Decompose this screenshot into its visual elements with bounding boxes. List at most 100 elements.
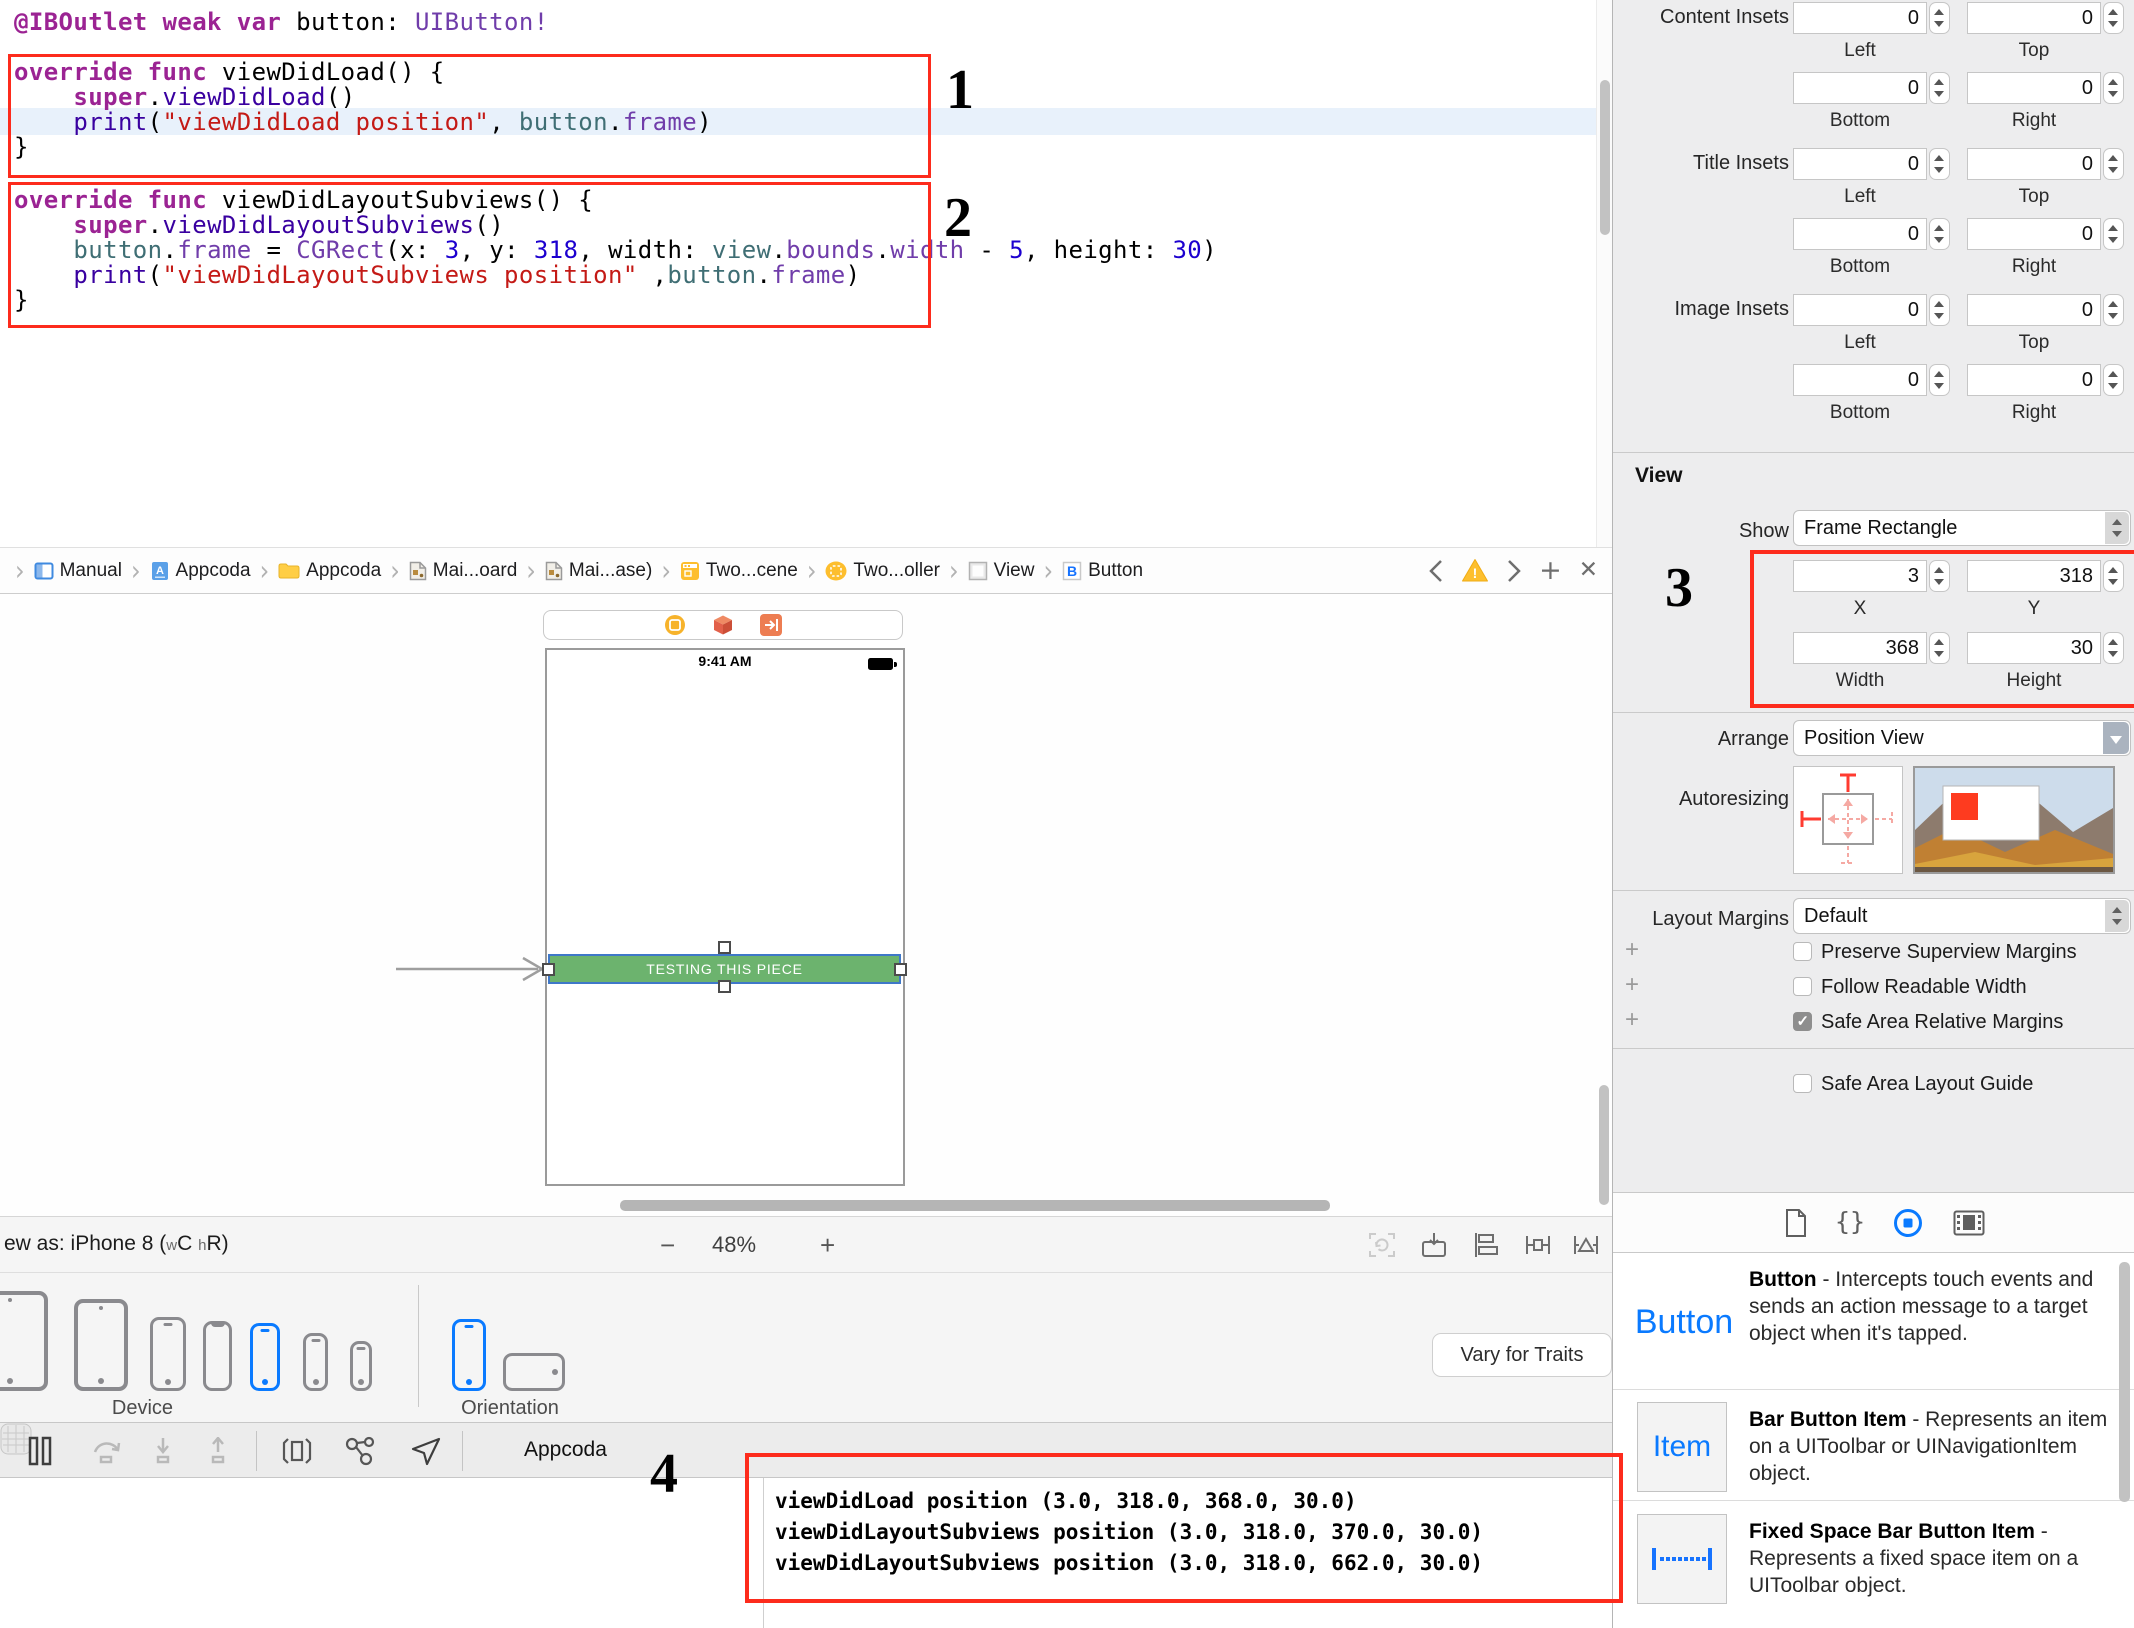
image-insets-right-field[interactable]: 0 — [1967, 364, 2101, 396]
add-constraints-pin-icon[interactable] — [1524, 1231, 1552, 1259]
editor-scrollbar-thumb[interactable] — [1600, 80, 1610, 235]
image-insets-top-field[interactable]: 0 — [1967, 294, 2101, 326]
debug-app-name[interactable]: Appcoda — [524, 1438, 607, 1462]
stepper[interactable] — [1929, 218, 1950, 250]
arrange-popup[interactable]: Position View — [1793, 720, 2131, 756]
view-controller-dock-icon[interactable] — [664, 614, 686, 636]
stepper[interactable] — [2103, 560, 2124, 592]
zoom-in-button[interactable]: + — [820, 1230, 835, 1261]
update-frames-icon[interactable] — [1368, 1231, 1396, 1259]
embed-in-stack-icon[interactable] — [1420, 1231, 1448, 1259]
stepper[interactable] — [2103, 2, 2124, 34]
stepper[interactable] — [1929, 632, 1950, 664]
orientation-portrait-selected[interactable] — [452, 1319, 486, 1391]
interface-builder-canvas[interactable]: 9:41 AM TESTING THIS PIECE — [0, 594, 1612, 1216]
library-item-button[interactable]: Button - Intercepts touch events and sen… — [1749, 1266, 2121, 1347]
title-insets-bottom-field[interactable]: 0 — [1793, 218, 1927, 250]
stepper[interactable] — [1929, 2, 1950, 34]
zoom-level[interactable]: 48% — [712, 1232, 756, 1258]
add-variation-button[interactable]: + — [1625, 936, 1639, 964]
resolve-autolayout-icon[interactable] — [1572, 1231, 1600, 1259]
stepper[interactable] — [1929, 148, 1950, 180]
file-template-library-tab-icon[interactable] — [1783, 1208, 1809, 1238]
frame-y-field[interactable]: 318 — [1967, 560, 2101, 592]
add-variation-button[interactable]: + — [1625, 971, 1639, 999]
title-insets-top-field[interactable]: 0 — [1967, 148, 2101, 180]
content-insets-top-field[interactable]: 0 — [1967, 2, 2101, 34]
vary-for-traits-button[interactable]: Vary for Traits — [1432, 1333, 1612, 1377]
content-insets-right-field[interactable]: 0 — [1967, 72, 2101, 104]
orientation-landscape[interactable] — [503, 1353, 565, 1391]
stepper[interactable] — [2103, 364, 2124, 396]
canvas-hscrollbar-thumb[interactable] — [620, 1200, 1330, 1211]
safe-area-layout-guide-checkbox[interactable] — [1793, 1074, 1812, 1093]
canvas-vscrollbar-thumb[interactable] — [1599, 1085, 1609, 1205]
device-ipad-pro[interactable] — [0, 1291, 48, 1391]
stepper[interactable] — [1929, 364, 1950, 396]
stepper[interactable] — [2103, 632, 2124, 664]
view-as-label[interactable]: ew as: iPhone 8 (wC hR) — [4, 1232, 229, 1256]
library-item-fixed-space[interactable]: Fixed Space Bar Button Item - Represents… — [1749, 1518, 2121, 1599]
breadcrumb-project[interactable]: A Appcoda — [150, 560, 251, 582]
resize-handle-bottom[interactable] — [718, 980, 731, 993]
zoom-out-button[interactable]: − — [660, 1230, 675, 1261]
add-variation-button[interactable]: + — [1625, 1006, 1639, 1034]
follow-readable-width-checkbox[interactable] — [1793, 977, 1812, 996]
device-iphone-x[interactable] — [203, 1321, 232, 1391]
title-insets-right-field[interactable]: 0 — [1967, 218, 2101, 250]
variables-view[interactable] — [0, 1478, 763, 1628]
resize-handle-right[interactable] — [894, 963, 907, 976]
breadcrumb-view[interactable]: View — [968, 560, 1035, 582]
stepper[interactable] — [1929, 72, 1950, 104]
code-snippet-library-tab-icon[interactable]: {} — [1835, 1207, 1865, 1236]
library-scrollbar-thumb[interactable] — [2119, 1262, 2130, 1502]
editor-scrollbar[interactable] — [1596, 0, 1613, 547]
device-iphone-plus[interactable] — [150, 1317, 186, 1391]
breadcrumb-button[interactable]: B Button — [1062, 560, 1143, 582]
object-library-tab-icon-selected[interactable] — [1893, 1208, 1923, 1238]
stepper[interactable] — [2103, 148, 2124, 180]
stepper[interactable] — [2103, 72, 2124, 104]
device-preview[interactable]: 9:41 AM — [545, 648, 905, 1186]
device-iphone-8-selected[interactable] — [250, 1323, 280, 1391]
layout-margins-popup[interactable]: Default — [1793, 898, 2131, 934]
image-insets-left-field[interactable]: 0 — [1793, 294, 1927, 326]
view-hierarchy-debugger-button[interactable] — [282, 1436, 312, 1466]
add-editor-button[interactable]: + — [1539, 557, 1562, 584]
step-into-button[interactable] — [150, 1437, 176, 1465]
device-ipad[interactable] — [74, 1299, 128, 1391]
autoresizing-control[interactable] — [1793, 766, 1903, 874]
close-editor-button[interactable]: ✕ — [1579, 557, 1598, 584]
step-over-button[interactable] — [92, 1437, 122, 1465]
step-out-button[interactable] — [205, 1437, 231, 1465]
breadcrumb-group[interactable]: Appcoda — [278, 560, 381, 582]
image-insets-bottom-field[interactable]: 0 — [1793, 364, 1927, 396]
simulate-location-button[interactable] — [410, 1436, 442, 1466]
safe-area-relative-margins-checkbox[interactable] — [1793, 1012, 1812, 1031]
stepper[interactable] — [2103, 218, 2124, 250]
title-insets-left-field[interactable]: 0 — [1793, 148, 1927, 180]
breadcrumb-view-controller[interactable]: Two...oller — [825, 560, 940, 582]
frame-x-field[interactable]: 3 — [1793, 560, 1927, 592]
breadcrumb-scene[interactable]: Two...cene — [680, 560, 798, 582]
pause-button[interactable] — [28, 1436, 54, 1466]
forward-arrow-icon[interactable] — [1506, 558, 1522, 584]
breadcrumb-storyboard[interactable]: Mai...oard — [409, 560, 517, 582]
library-item-bar-button-item[interactable]: Bar Button Item - Represents an item on … — [1749, 1406, 2121, 1487]
warning-badge[interactable]: ! — [1461, 558, 1489, 583]
device-iphone-se[interactable] — [303, 1333, 328, 1391]
back-arrow-icon[interactable] — [1428, 558, 1444, 584]
frame-height-field[interactable]: 30 — [1967, 632, 2101, 664]
media-library-tab-icon[interactable] — [1953, 1210, 1985, 1236]
stepper[interactable] — [1929, 294, 1950, 326]
align-icon[interactable] — [1472, 1231, 1500, 1259]
source-editor[interactable]: @IBOutlet weak var button: UIButton! ove… — [0, 0, 1612, 547]
breadcrumb-manual[interactable]: Manual — [34, 560, 122, 582]
resize-handle-left[interactable] — [542, 963, 555, 976]
device-iphone-4s[interactable] — [350, 1341, 372, 1391]
content-insets-left-field[interactable]: 0 — [1793, 2, 1927, 34]
exit-segue-icon[interactable] — [760, 614, 782, 636]
stepper[interactable] — [1929, 560, 1950, 592]
preserve-superview-margins-checkbox[interactable] — [1793, 942, 1812, 961]
show-popup[interactable]: Frame Rectangle — [1793, 510, 2131, 546]
